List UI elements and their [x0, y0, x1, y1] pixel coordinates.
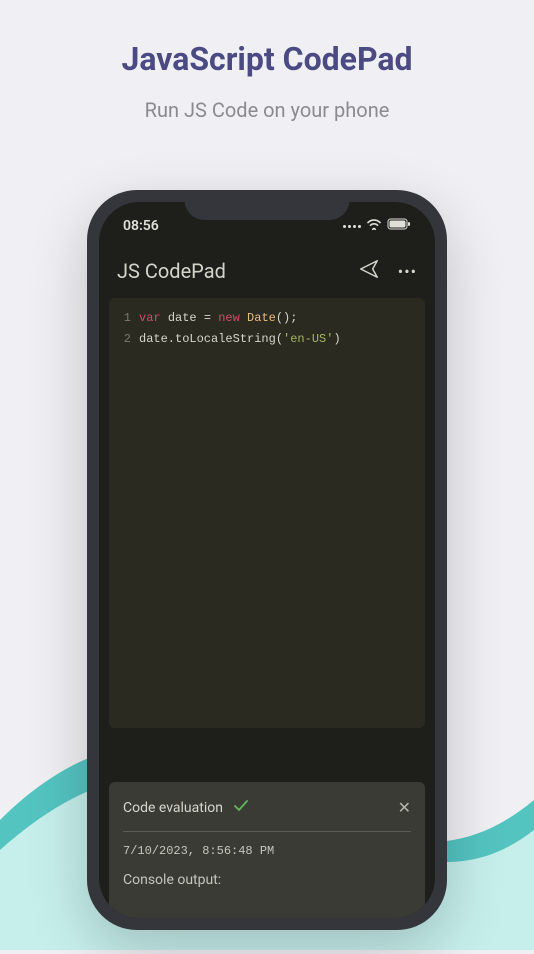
close-icon[interactable]: ✕: [398, 798, 411, 817]
line-content: var date = new Date();: [139, 308, 297, 329]
output-divider: [123, 831, 411, 832]
run-icon[interactable]: [358, 258, 380, 284]
check-icon: [233, 799, 249, 817]
phone-notch: [185, 190, 350, 220]
output-panel: Code evaluation ✕ 7/10/2023, 8:56:48 PM …: [109, 782, 425, 918]
output-result: 7/10/2023, 8:56:48 PM: [123, 844, 411, 858]
line-number: 1: [117, 308, 131, 329]
app-title: JS CodePad: [117, 259, 226, 283]
line-content: date.toLocaleString('en-US'): [139, 329, 341, 350]
signal-icon: [343, 225, 361, 228]
page-subtitle: Run JS Code on your phone: [0, 78, 534, 122]
more-icon[interactable]: •••: [398, 262, 417, 281]
output-title: Code evaluation: [123, 800, 223, 816]
line-number: 2: [117, 329, 131, 350]
status-time: 08:56: [123, 218, 159, 234]
app-header: JS CodePad •••: [99, 246, 435, 298]
console-output-label: Console output:: [123, 872, 411, 888]
code-line: 1 var date = new Date();: [117, 308, 417, 329]
wifi-icon: [366, 218, 382, 234]
phone-mockup: 08:56 JS CodePad: [87, 190, 447, 930]
code-editor[interactable]: 1 var date = new Date(); 2 date.toLocaleStr…: [109, 298, 425, 728]
code-line: 2 date.toLocaleString('en-US'): [117, 329, 417, 350]
page-title: JavaScript CodePad: [0, 0, 534, 78]
battery-icon: [387, 218, 411, 234]
